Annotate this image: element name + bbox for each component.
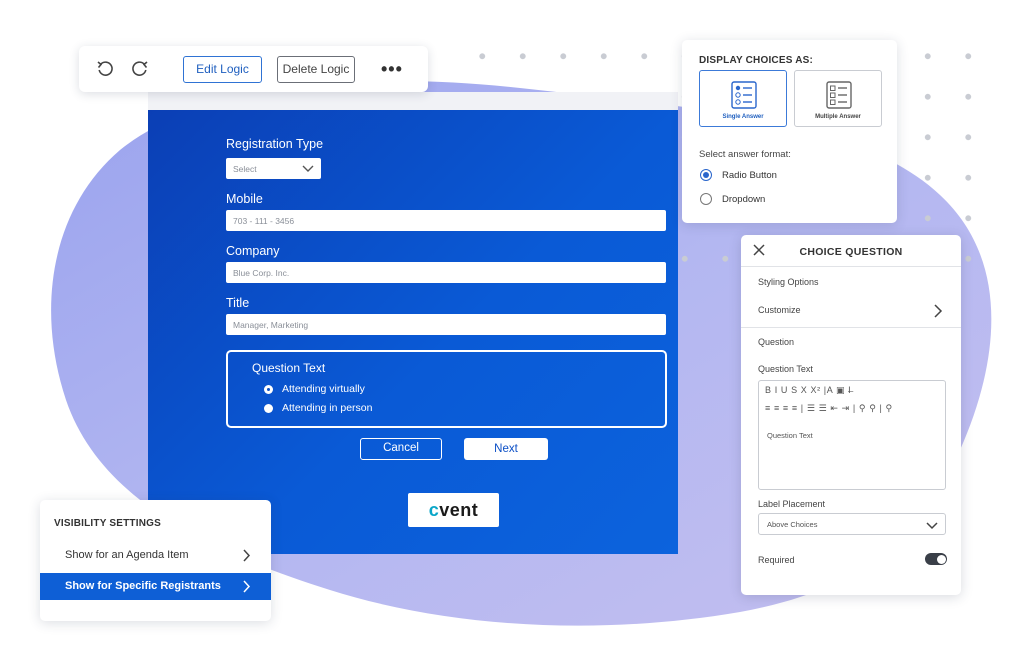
edit-logic-button[interactable]: Edit Logic	[183, 56, 262, 83]
editor-align-toolbar[interactable]: ≡ ≡ ≡ ≡ | ☰ ☰ ⇤ ⇥ | ⚲ ⚲ | ⚲	[765, 403, 893, 414]
multiple-answer-icon	[826, 81, 852, 109]
option-label: Attending virtually	[282, 383, 365, 395]
radio-button-label: Radio Button	[722, 169, 777, 181]
option-label: Attending in person	[282, 402, 373, 414]
registration-form: Registration Type Select Mobile 703 - 11…	[148, 92, 678, 554]
choice-question-title: CHOICE QUESTION	[799, 246, 903, 258]
dropdown-format-option[interactable]: Dropdown	[700, 193, 765, 205]
radio-unselected-icon	[264, 403, 273, 413]
cancel-button[interactable]: Cancel	[360, 438, 442, 460]
label-placement-select[interactable]: Above Choices	[758, 513, 946, 535]
divider	[741, 266, 961, 267]
title-input[interactable]: Manager, Marketing	[226, 314, 666, 335]
required-label: Required	[758, 555, 795, 565]
company-input[interactable]: Blue Corp. Inc.	[226, 262, 666, 283]
visibility-settings-panel: VISIBILITY SETTINGS Show for an Agenda I…	[40, 500, 271, 621]
display-choices-panel: DISPLAY CHOICES AS: Single Answer Multip…	[682, 40, 897, 223]
option-attending-in-person[interactable]: Attending in person	[264, 402, 372, 414]
editor-format-toolbar[interactable]: B I U S X X² |A ▣ I̶	[765, 385, 851, 396]
choice-question-panel: CHOICE QUESTION Styling Options Customiz…	[741, 235, 961, 595]
radio-selected-icon	[264, 384, 273, 394]
more-options-icon[interactable]: •••	[381, 59, 403, 80]
styling-options-label: Styling Options	[758, 277, 819, 287]
customize-link[interactable]: Customize	[758, 305, 801, 315]
mobile-input[interactable]: 703 - 111 - 3456	[226, 210, 666, 231]
delete-logic-button[interactable]: Delete Logic	[277, 56, 355, 83]
chevron-right-icon[interactable]	[933, 304, 943, 318]
question-block: Question Text Attending virtually Attend…	[226, 350, 667, 428]
radio-unselected-icon	[700, 193, 712, 205]
dropdown-label: Dropdown	[722, 193, 766, 205]
redo-icon[interactable]	[131, 60, 149, 78]
divider	[741, 327, 961, 328]
single-answer-label: Single Answer	[722, 114, 764, 120]
chevron-down-icon	[926, 522, 938, 530]
logo-rest: vent	[439, 500, 479, 520]
radio-button-format-option[interactable]: Radio Button	[700, 169, 777, 181]
registration-type-select[interactable]: Select	[226, 158, 321, 179]
chevron-right-icon	[243, 549, 251, 562]
registration-type-label: Registration Type	[226, 137, 324, 151]
single-answer-option[interactable]: Single Answer	[699, 70, 787, 127]
multiple-answer-option[interactable]: Multiple Answer	[794, 70, 882, 127]
option-label: Show for Specific Registrants	[65, 580, 221, 592]
label-placement-label: Label Placement	[758, 499, 826, 509]
question-text-editor[interactable]: B I U S X X² |A ▣ I̶ ≡ ≡ ≡ ≡ | ☰ ☰ ⇤ ⇥ |…	[758, 380, 946, 490]
question-section-label: Question	[758, 337, 795, 347]
radio-selected-icon	[700, 169, 712, 181]
logo-c: c	[428, 500, 440, 520]
agenda-item-option[interactable]: Show for an Agenda Item	[40, 542, 271, 569]
question-title: Question Text	[252, 361, 326, 375]
editor-placeholder: Question Text	[767, 431, 813, 440]
multiple-answer-label: Multiple Answer	[815, 114, 861, 120]
chevron-right-icon	[243, 580, 251, 593]
label-placement-value: Above Choices	[767, 520, 818, 529]
option-label: Show for an Agenda Item	[65, 549, 189, 561]
logic-toolbar: Edit Logic Delete Logic •••	[79, 46, 428, 92]
mobile-label: Mobile	[226, 192, 263, 206]
question-text-label: Question Text	[758, 364, 813, 374]
undo-icon[interactable]	[96, 60, 114, 78]
answer-format-label: Select answer format:	[699, 149, 791, 160]
registration-type-value: Select	[233, 164, 257, 174]
required-toggle[interactable]	[925, 553, 947, 565]
single-answer-icon	[731, 81, 757, 109]
display-choices-title: DISPLAY CHOICES AS:	[699, 55, 814, 66]
cvent-logo: cvent	[408, 493, 499, 527]
next-button[interactable]: Next	[464, 438, 548, 460]
title-label: Title	[226, 296, 250, 310]
option-attending-virtually[interactable]: Attending virtually	[264, 383, 365, 395]
specific-registrants-option[interactable]: Show for Specific Registrants	[40, 573, 271, 600]
chevron-down-icon	[302, 165, 314, 172]
company-label: Company	[226, 244, 280, 258]
visibility-settings-title: VISIBILITY SETTINGS	[54, 518, 161, 529]
